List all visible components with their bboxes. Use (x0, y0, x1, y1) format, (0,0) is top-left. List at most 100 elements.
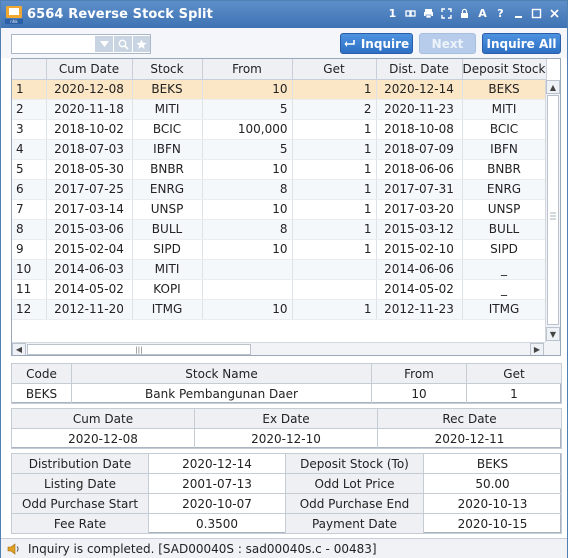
cum-date-cell: 2014-05-02 (46, 279, 133, 300)
scroll-up-arrow-icon[interactable]: ▲ (546, 80, 560, 94)
ex-date-header: Ex Date (194, 408, 378, 429)
stock-cell: MITI (132, 99, 203, 120)
grid-vertical-scrollbar[interactable]: ▲ ▼ (545, 80, 560, 342)
dist-date-cell: 2012-11-23 (376, 299, 463, 320)
favorite-star-icon[interactable] (133, 36, 150, 52)
grid-header-dist-date[interactable]: Dist. Date (376, 59, 463, 80)
close-icon[interactable] (548, 7, 561, 20)
table-row[interactable]: 5 2018-05-30 BNBR 10 1 2018-06-06 BNBR (12, 159, 547, 180)
stock-detail-table: Code Stock Name From Get BEKS Bank Pemba… (11, 363, 562, 404)
stock-cell: BULL (132, 219, 203, 240)
maximize-icon[interactable] (530, 7, 543, 20)
link-icon[interactable] (404, 7, 417, 20)
odd-purchase-end-value: 2020-10-13 (423, 493, 562, 514)
table-row[interactable]: 12 2012-11-20 ITMG 10 1 2012-11-23 ITMG (12, 299, 547, 320)
deposit-stock-cell: BULL (462, 219, 547, 240)
cum-date-cell: 2015-03-06 (46, 219, 133, 240)
lock-icon[interactable] (458, 7, 471, 20)
scroll-left-arrow-icon[interactable]: ◀ (12, 343, 26, 355)
grid-header-deposit-stock[interactable]: Deposit Stock (462, 59, 547, 80)
distribution-date-label: Distribution Date (11, 453, 149, 474)
inquire-all-button[interactable]: Inquire All (482, 33, 561, 54)
odd-lot-price-label: Odd Lot Price (285, 473, 424, 494)
dist-date-cell: 2017-03-20 (376, 199, 463, 220)
deposit-stock-cell: _ (462, 259, 547, 280)
cum-date-cell: 2018-07-03 (46, 139, 133, 160)
get-cell: 1 (292, 239, 377, 260)
dist-date-cell: 2017-07-31 (376, 179, 463, 200)
dropdown-arrow-icon[interactable] (95, 36, 113, 52)
grid-header-get[interactable]: Get (292, 59, 377, 80)
toolbar: Inquire Next Inquire All (1, 28, 567, 58)
status-bar: Inquiry is completed. [SAD00040S : sad00… (1, 538, 567, 558)
grid-header-rownum (12, 59, 47, 80)
dist-date-cell: 2014-05-02 (376, 279, 463, 300)
search-icon[interactable] (114, 36, 132, 52)
stock-name-value: Bank Pembangunan Daer (71, 383, 372, 404)
get-header: Get (466, 363, 562, 384)
table-row[interactable]: 7 2017-03-14 UNSP 10 1 2017-03-20 UNSP (12, 199, 547, 220)
get-cell: 2 (292, 99, 377, 120)
next-button[interactable]: Next (419, 33, 476, 54)
deposit-stock-to-value: BEKS (423, 453, 562, 474)
deposit-stock-cell: ENRG (462, 179, 547, 200)
scroll-corner (545, 342, 560, 355)
cum-date-cell: 2015-02-04 (46, 239, 133, 260)
code-header: Code (11, 363, 72, 384)
font-size-icon[interactable]: A (476, 7, 489, 20)
table-row[interactable]: 3 2018-10-02 BCIC 100,000 1 2018-10-08 BCIC (12, 119, 547, 140)
stock-search-combo[interactable] (11, 34, 151, 54)
inquire-button[interactable]: Inquire (340, 33, 413, 54)
table-row[interactable]: 10 2014-06-03 MITI 2014-06-06 _ (12, 259, 547, 280)
table-row[interactable]: 2 2020-11-18 MITI 5 2 2020-11-23 MITI (12, 99, 547, 120)
grid-table: Cum Date Stock From Get Dist. Date Depos… (12, 59, 547, 320)
get-cell: 1 (292, 179, 377, 200)
minimize-icon[interactable] (512, 7, 525, 20)
row-number: 4 (12, 139, 47, 160)
table-row[interactable]: 11 2014-05-02 KOPI 2014-05-02 _ (12, 279, 547, 300)
stock-search-input[interactable] (13, 36, 93, 52)
from-cell: 10 (202, 239, 293, 260)
date-detail-table: Cum Date Ex Date Rec Date 2020-12-08 202… (11, 408, 562, 449)
grid-header-stock[interactable]: Stock (132, 59, 203, 80)
get-cell: 1 (292, 219, 377, 240)
get-cell: 1 (292, 119, 377, 140)
dist-date-cell: 2015-03-12 (376, 219, 463, 240)
window-number-icon[interactable]: 1 (386, 7, 399, 20)
stock-cell: BCIC (132, 119, 203, 140)
get-cell (292, 259, 377, 280)
from-cell: 10 (202, 159, 293, 180)
horizontal-scroll-thumb[interactable]: ||| (27, 344, 251, 355)
row-number: 8 (12, 219, 47, 240)
table-row[interactable]: 4 2018-07-03 IBFN 5 1 2018-07-09 IBFN (12, 139, 547, 160)
odd-purchase-end-label: Odd Purchase End (285, 493, 424, 514)
grid-horizontal-scrollbar[interactable]: ◀ ||| ▶ (12, 342, 545, 355)
grid-header-cum-date[interactable]: Cum Date (46, 59, 133, 80)
scroll-down-arrow-icon[interactable]: ▼ (546, 327, 560, 341)
cum-date-header: Cum Date (11, 408, 195, 429)
table-row[interactable]: 6 2017-07-25 ENRG 8 1 2017-07-31 ENRG (12, 179, 547, 200)
reverse-split-grid[interactable]: Cum Date Stock From Get Dist. Date Depos… (11, 58, 561, 356)
table-row[interactable]: 1 2020-12-08 BEKS 10 1 2020-12-14 BEKS (12, 79, 547, 100)
grid-header-from[interactable]: From (202, 59, 293, 80)
stock-cell: IBFN (132, 139, 203, 160)
from-cell: 8 (202, 179, 293, 200)
stock-cell: BNBR (132, 159, 203, 180)
payment-date-label: Payment Date (285, 513, 424, 534)
help-icon[interactable]: ? (494, 7, 507, 20)
grid-body: 1 2020-12-08 BEKS 10 1 2020-12-14 BEKS 2 2020-11… (12, 79, 547, 320)
stock-name-header: Stock Name (71, 363, 372, 384)
scroll-right-arrow-icon[interactable]: ▶ (530, 343, 544, 355)
cum-date-cell: 2020-11-18 (46, 99, 133, 120)
from-cell: 5 (202, 139, 293, 160)
inquire-button-label: Inquire (360, 36, 410, 51)
vertical-scroll-thumb[interactable] (547, 95, 559, 355)
expand-icon[interactable] (440, 7, 453, 20)
table-row[interactable]: 9 2015-02-04 SIPD 10 1 2015-02-10 SIPD (12, 239, 547, 260)
row-number: 2 (12, 99, 47, 120)
get-cell (292, 279, 377, 300)
title-bar[interactable]: nhk 6564 Reverse Stock Split 1 A ? (1, 1, 567, 28)
table-row[interactable]: 8 2015-03-06 BULL 8 1 2015-03-12 BULL (12, 219, 547, 240)
cum-date-cell: 2017-03-14 (46, 199, 133, 220)
print-icon[interactable] (422, 7, 435, 20)
